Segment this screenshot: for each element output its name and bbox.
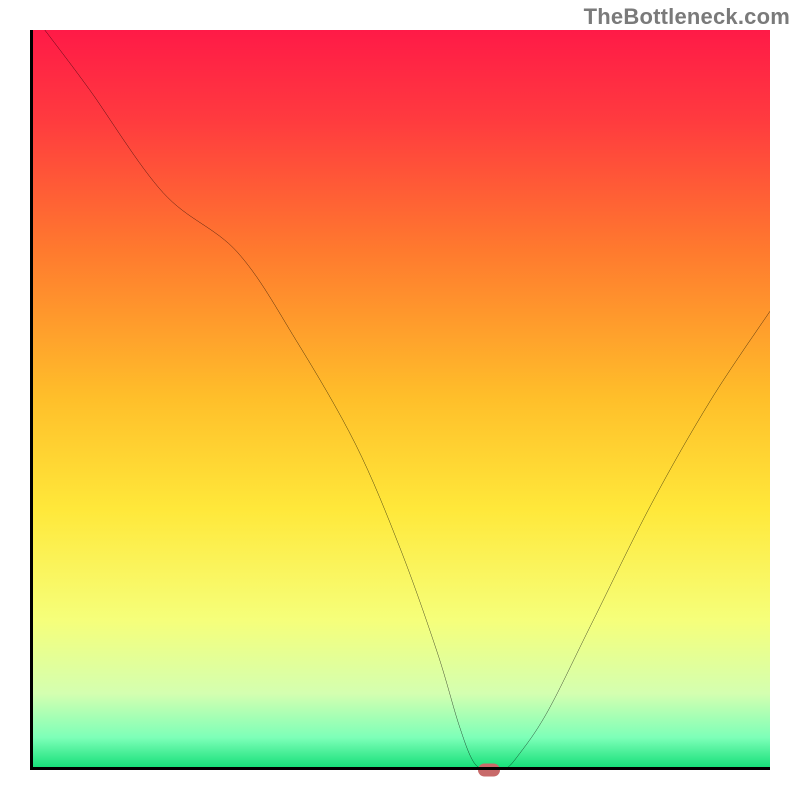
plot-area — [30, 30, 770, 770]
bottleneck-chart: TheBottleneck.com — [0, 0, 800, 800]
bottleneck-curve — [30, 30, 770, 770]
watermark-text: TheBottleneck.com — [584, 4, 790, 30]
optimum-marker — [478, 764, 500, 777]
